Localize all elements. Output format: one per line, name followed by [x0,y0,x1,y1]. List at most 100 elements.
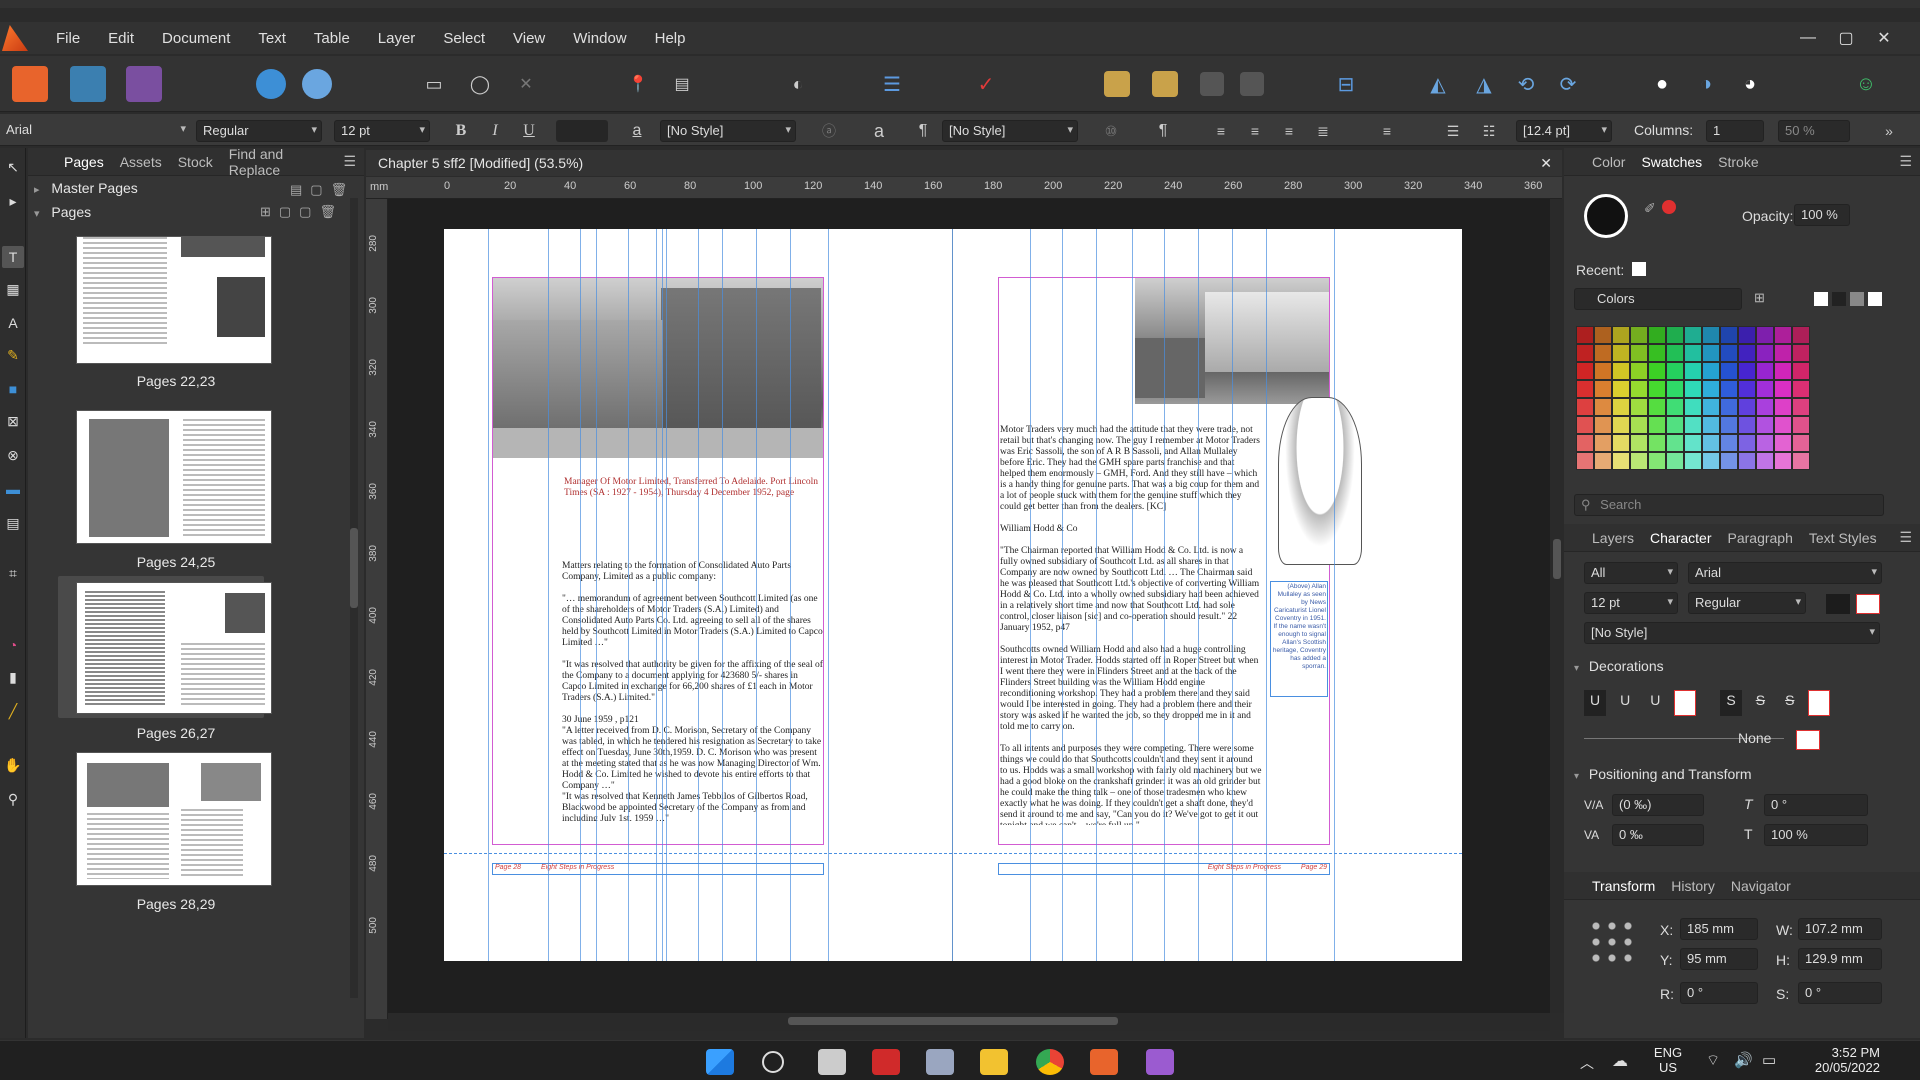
vertical-align-icon[interactable]: ≡ [1374,120,1400,142]
color-swatch[interactable] [1738,452,1756,470]
underline-button[interactable]: U [516,120,542,142]
color-swatch[interactable] [1702,362,1720,380]
rotation-input[interactable]: 0 ° [1680,982,1758,1004]
color-swatch[interactable] [1648,452,1666,470]
pages-header[interactable]: ▾ Pages [34,204,91,220]
white-swatch[interactable] [1868,292,1882,306]
color-swatch[interactable] [1738,416,1756,434]
zoom-tool-icon[interactable]: ⚲ [2,788,24,810]
volume-icon[interactable]: 🔊 [1734,1051,1753,1069]
color-swatch[interactable] [1684,416,1702,434]
more-options-icon[interactable]: » [1876,120,1902,142]
boolean-subtract-icon[interactable]: ◑ [1688,66,1724,102]
photo-persona-icon[interactable] [70,66,106,102]
shear-input[interactable]: 0 ° [1764,794,1868,816]
color-swatch[interactable] [1630,344,1648,362]
color-swatch[interactable] [1774,416,1792,434]
arrange-back-icon[interactable] [1104,71,1130,97]
color-swatch[interactable] [1792,326,1810,344]
spellcheck-icon[interactable]: ✓ [968,66,1004,102]
color-swatch[interactable] [1594,362,1612,380]
columns-input[interactable]: 1 [1706,120,1764,142]
tab-swatches[interactable]: Swatches [1633,154,1710,170]
underline-custom-icon[interactable]: U [1644,690,1666,716]
color-swatch[interactable] [1792,380,1810,398]
opacity-input[interactable]: 100 % [1794,204,1850,226]
preview-icon[interactable]: ◐ [780,66,816,102]
tab-stroke[interactable]: Stroke [1710,154,1766,170]
color-swatch[interactable] [1576,452,1594,470]
view-tool-icon[interactable]: ✋ [2,754,24,776]
tab-stock[interactable]: Stock [170,154,221,170]
page-thumbnail-26-27[interactable] [76,582,272,714]
color-swatch[interactable] [1612,398,1630,416]
picture-frame-tool-icon[interactable]: ⊠ [2,410,24,432]
underline-color-icon[interactable] [1674,690,1697,716]
y-position-input[interactable]: 95 mm [1680,948,1758,970]
color-swatch[interactable] [1594,398,1612,416]
decoration-color-swatch[interactable] [1796,730,1820,750]
color-swatch[interactable] [1774,362,1792,380]
color-swatch[interactable] [1648,380,1666,398]
tab-navigator[interactable]: Navigator [1723,878,1799,894]
close-document-icon[interactable]: ✕ [1540,150,1552,176]
positioning-header[interactable]: ▾ Positioning and Transform [1574,766,1752,782]
baseline-input[interactable]: 0 ‰ [1612,824,1704,846]
strikethrough-custom-icon[interactable]: S [1779,690,1800,716]
color-swatch[interactable] [1720,416,1738,434]
menu-layer[interactable]: Layer [364,30,430,47]
file-explorer-icon[interactable] [980,1049,1008,1075]
baseline-grid-icon[interactable]: ☰ [874,66,910,102]
crop-tool-icon[interactable]: ⌗ [2,562,24,584]
share-icon[interactable] [256,69,286,99]
color-swatch[interactable] [1684,362,1702,380]
paragraph-style-dropdown[interactable]: [No Style] [942,120,1078,142]
color-swatch[interactable] [1774,452,1792,470]
bullet-list-icon[interactable]: ☰ [1440,120,1466,142]
para-style-apply-icon[interactable]: ¶ [1150,120,1176,142]
gray-swatch[interactable] [1850,292,1864,306]
color-swatch[interactable] [1702,380,1720,398]
fill-stroke-selector[interactable] [1584,194,1628,238]
color-swatch[interactable] [1720,362,1738,380]
tab-pages[interactable]: Pages [28,154,112,170]
tab-history[interactable]: History [1663,878,1723,894]
close-window-button[interactable]: ✕ [1866,22,1902,54]
color-swatch[interactable] [1666,344,1684,362]
page-actions[interactable]: ⊞▢▢🗑 [260,204,344,220]
color-swatch[interactable] [1594,326,1612,344]
char-style-apply-icon[interactable]: a [866,120,892,142]
color-swatch[interactable] [1684,326,1702,344]
color-swatch[interactable] [1612,416,1630,434]
table-style-tool-icon[interactable]: ▤ [2,512,24,534]
color-swatch[interactable] [1666,380,1684,398]
color-swatch[interactable] [1648,416,1666,434]
artistic-text-tool-icon[interactable]: A [2,312,24,334]
color-swatch[interactable] [1576,434,1594,452]
color-swatch[interactable] [1630,362,1648,380]
color-swatch[interactable] [1576,344,1594,362]
motor-traders-building-photo[interactable] [493,278,823,458]
publisher-persona-icon[interactable] [12,66,48,102]
color-swatch[interactable] [1702,434,1720,452]
tab-character[interactable]: Character [1642,530,1719,546]
color-swatch[interactable] [1756,362,1774,380]
overlapping-caption-text[interactable]: Manager Of Motor Limited, Transferred To… [564,477,820,533]
color-swatch[interactable] [1666,434,1684,452]
swatch-search-input[interactable]: ⚲ Search [1574,494,1884,516]
boolean-intersect-icon[interactable]: ◕ [1732,66,1768,102]
font-style-dropdown[interactable]: Regular [196,120,322,142]
text-color-swatch[interactable] [556,120,608,142]
color-swatch[interactable] [1756,398,1774,416]
color-swatch[interactable] [1774,434,1792,452]
width-input[interactable]: 107.2 mm [1798,918,1882,940]
tab-find-replace[interactable]: Find and Replace [221,146,336,178]
character-stroke-swatch[interactable] [1856,594,1880,614]
justify-icon[interactable]: ≣ [1310,120,1336,142]
color-swatch-grid[interactable] [1576,326,1866,474]
character-style-dropdown[interactable]: [No Style] [1584,622,1880,644]
panel-menu-icon[interactable]: ☰ [335,153,364,170]
character-scope-dropdown[interactable]: All [1584,562,1678,584]
color-swatch[interactable] [1738,398,1756,416]
menu-edit[interactable]: Edit [94,30,148,47]
